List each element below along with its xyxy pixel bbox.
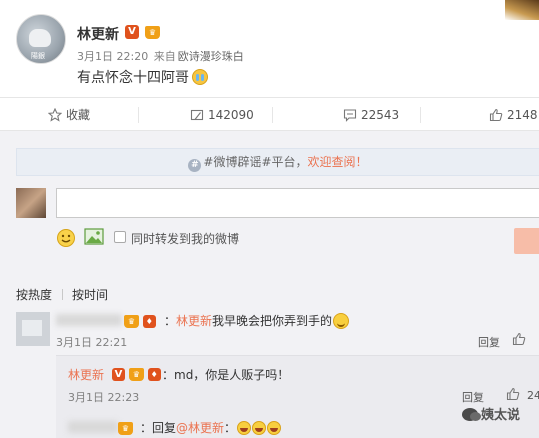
reply-text: ：md，你是人贩子吗！ bbox=[162, 368, 290, 382]
vip-crown-icon: ♛ bbox=[128, 368, 144, 381]
post-text: 有点怀念十四阿哥 bbox=[77, 70, 189, 86]
vip-crown-icon: ♛ bbox=[145, 26, 160, 39]
comment-button[interactable]: 22543 bbox=[343, 98, 399, 132]
post-time[interactable]: 3月1日 22:20 bbox=[77, 50, 148, 63]
reply-mention[interactable]: @林更新 bbox=[176, 421, 224, 435]
repost-option-label: 同时转发到我的微博 bbox=[131, 232, 240, 246]
comment-icon bbox=[343, 109, 357, 122]
repost-icon bbox=[190, 109, 204, 121]
comment-mention[interactable]: 林更新 bbox=[176, 314, 212, 328]
author-avatar[interactable]: 陽銀 bbox=[16, 14, 66, 64]
post-content: 有点怀念十四阿哥 bbox=[77, 67, 208, 87]
favorite-button[interactable]: 收藏 bbox=[47, 98, 91, 132]
verified-v-icon: V bbox=[112, 368, 125, 381]
comment-body: 我早晚会把你弄到手的 bbox=[212, 314, 333, 328]
comment-text: ：林更新我早晚会把你弄到手的 bbox=[164, 312, 350, 329]
tab-divider bbox=[62, 289, 63, 300]
avatar-watermark: 陽銀 bbox=[31, 52, 45, 60]
post-meta: 3月1日 22:20 来自 欧诗漫珍珠白 bbox=[77, 48, 244, 64]
image-icon[interactable] bbox=[84, 228, 104, 246]
commenter-name-blurred bbox=[56, 314, 122, 326]
author-name[interactable]: 林更新 bbox=[77, 24, 119, 44]
comment-time: 3月1日 22:21 bbox=[56, 336, 128, 349]
repost-checkbox[interactable] bbox=[114, 231, 126, 243]
repost-count: 142090 bbox=[208, 108, 254, 122]
laugh-emoji-icon bbox=[237, 421, 252, 435]
tab-sort-time[interactable]: 按时间 bbox=[72, 286, 108, 303]
laugh-emoji-icon bbox=[267, 421, 282, 435]
member-badge-icon: ♦ bbox=[147, 368, 161, 381]
verified-v-icon: V bbox=[125, 25, 139, 39]
crying-emoji-icon bbox=[192, 69, 208, 85]
action-bar: 收藏 142090 22543 2148 bbox=[0, 97, 539, 131]
commenter-badges: ♛ ♦ bbox=[124, 313, 156, 328]
info-icon: # bbox=[188, 159, 202, 172]
thumbs-up-icon[interactable] bbox=[512, 332, 526, 346]
banner-link[interactable]: 欢迎查阅！ bbox=[308, 155, 368, 169]
laugh-emoji-icon bbox=[252, 421, 267, 435]
reply-time: 3月1日 22:23 bbox=[68, 391, 140, 404]
reply-reply-button[interactable]: 回复 bbox=[462, 389, 484, 405]
star-icon bbox=[47, 107, 63, 122]
like-button[interactable]: 2148 bbox=[489, 98, 538, 132]
repost-button[interactable]: 142090 bbox=[190, 98, 254, 132]
comment-count: 22543 bbox=[361, 108, 400, 122]
favorite-label: 收藏 bbox=[66, 108, 91, 122]
comment-reply-button[interactable]: 回复 bbox=[478, 334, 500, 350]
corner-decoration bbox=[505, 0, 539, 20]
like-count: 2148 bbox=[507, 108, 538, 122]
wechat-watermark: 姨太说 bbox=[462, 404, 520, 423]
vip-crown-icon: ♛ bbox=[118, 422, 133, 435]
commenter-avatar[interactable] bbox=[16, 312, 50, 346]
source-prefix: 来自 bbox=[153, 50, 176, 63]
wechat-icon bbox=[462, 408, 481, 421]
smile-emoji-icon bbox=[333, 313, 350, 329]
thumbs-up-icon[interactable] bbox=[506, 387, 520, 401]
reply-author-name-blurred bbox=[68, 421, 118, 433]
tab-sort-hot[interactable]: 按热度 bbox=[16, 286, 52, 303]
comment-input[interactable] bbox=[56, 188, 539, 218]
banner-prefix: #微博辟谣#平台， bbox=[203, 155, 308, 169]
reply-text: ：回复@林更新： bbox=[140, 419, 282, 436]
reply-author-badges: V ♛ ♦ bbox=[112, 366, 161, 381]
comment-submit-button[interactable] bbox=[514, 228, 539, 254]
rumor-banner: # #微博辟谣#平台，欢迎查阅！ bbox=[16, 148, 539, 176]
thumbs-up-icon bbox=[489, 108, 503, 122]
post-source[interactable]: 欧诗漫珍珠白 bbox=[178, 50, 244, 63]
vip-crown-icon: ♛ bbox=[124, 315, 139, 328]
member-badge-icon: ♦ bbox=[142, 315, 156, 328]
smile-icon[interactable] bbox=[56, 228, 76, 248]
reply-author-name[interactable]: 林更新 bbox=[68, 366, 104, 383]
current-user-avatar[interactable] bbox=[16, 188, 46, 218]
reply-author-badges: ♛ bbox=[118, 420, 133, 435]
reply-like-count: 24 bbox=[527, 389, 539, 402]
